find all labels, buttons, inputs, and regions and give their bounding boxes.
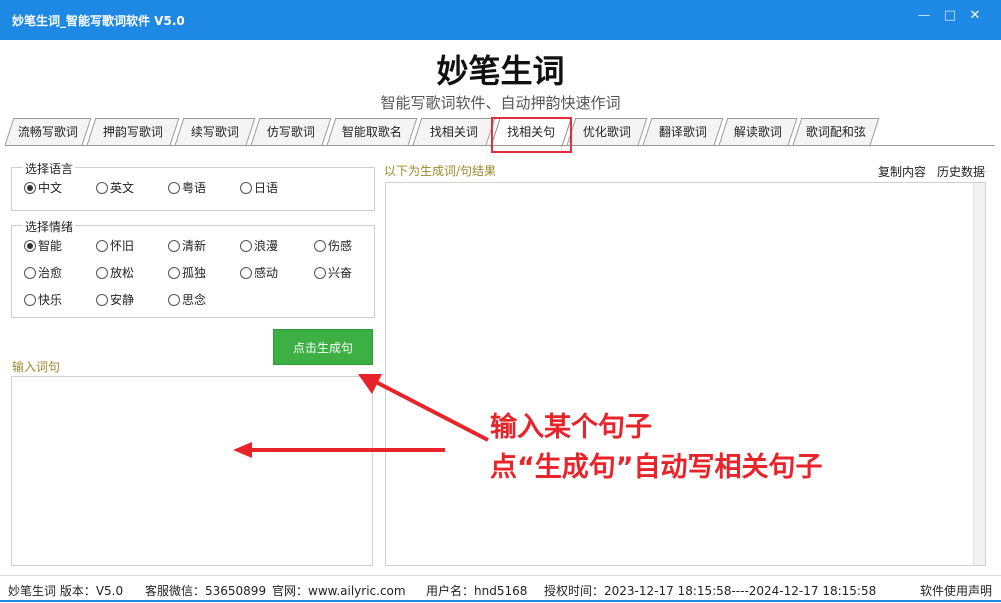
status-bar: 妙笔生词 版本：V5.0 客服微信：53650899 官网：www.ailyri… <box>0 575 1001 603</box>
status-disclaimer[interactable]: 软件使用声明 <box>920 582 992 599</box>
annotation-line1: 输入某个句子 <box>490 412 652 443</box>
arrow-to-button <box>371 378 489 442</box>
status-username: 用户名：hnd5168 <box>426 584 528 598</box>
status-license: 授权时间：2023-12-17 18:15:58----2024-12-17 1… <box>544 584 877 598</box>
arrow-to-input-head <box>233 442 252 458</box>
status-website[interactable]: 官网：www.ailyric.com <box>272 582 406 599</box>
annotation-arrows <box>233 374 489 458</box>
status-version: 妙笔生词 版本：V5.0 <box>8 584 124 598</box>
annotation-line2: 点“生成句”自动写相关句子 <box>490 452 823 483</box>
status-wechat: 客服微信：53650899 <box>145 584 267 598</box>
